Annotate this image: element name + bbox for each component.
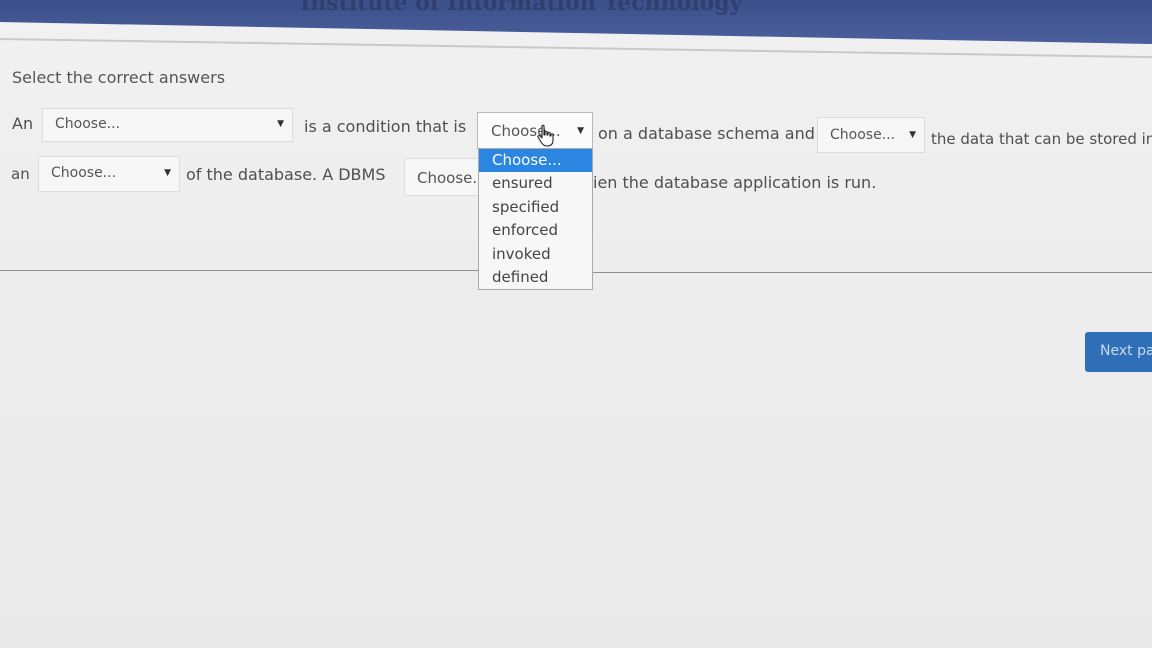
- sentence-word-an: An: [12, 114, 34, 133]
- sentence-word-an-lower: an: [11, 165, 30, 183]
- caret-down-icon: ▼: [909, 130, 916, 140]
- dropdown-option[interactable]: invoked: [479, 243, 592, 266]
- sentence-text-run: ien the database application is run.: [593, 173, 877, 192]
- dropdown-option[interactable]: Choose...: [479, 149, 592, 173]
- question-instruction: Select the correct answers: [12, 68, 226, 87]
- sentence-text-stored: the data that can be stored in: [931, 130, 1152, 148]
- header-divider: [0, 38, 1152, 59]
- next-page-button[interactable]: Next pa: [1085, 332, 1152, 372]
- dropdown-option[interactable]: specified: [479, 196, 592, 219]
- answer-select-2[interactable]: Choose... ▼: [477, 112, 593, 149]
- answer-select-4[interactable]: Choose... ▼: [38, 156, 180, 192]
- caret-down-icon: ▼: [577, 126, 584, 136]
- dropdown-option[interactable]: enforced: [479, 219, 592, 242]
- question-divider-right: [593, 272, 1152, 273]
- sentence-text-schema: on a database schema and: [598, 124, 815, 143]
- sentence-text-dbms: of the database. A DBMS: [186, 165, 386, 184]
- header-title: Institute of Information Technology: [300, 0, 743, 16]
- answer-select-3[interactable]: Choose... ▼: [817, 117, 925, 153]
- dropdown-option[interactable]: defined: [479, 266, 592, 289]
- select-value: Choose...: [830, 127, 896, 143]
- quiz-page: Institute of Information Technology Sele…: [0, 0, 1152, 648]
- sentence-text-condition: is a condition that is: [304, 117, 467, 136]
- hand-pointer-icon: [537, 124, 554, 147]
- answer-dropdown-list: Choose... ensured specified enforced inv…: [478, 148, 593, 291]
- select-value: Choose...: [51, 165, 117, 181]
- caret-down-icon: ▼: [277, 119, 284, 129]
- answer-select-1[interactable]: Choose... ▼: [42, 108, 293, 142]
- dropdown-option[interactable]: ensured: [479, 172, 592, 195]
- select-value: Choose...: [417, 169, 487, 187]
- question-divider-left: [0, 270, 478, 271]
- select-value: Choose...: [55, 116, 121, 132]
- caret-down-icon: ▼: [164, 168, 171, 178]
